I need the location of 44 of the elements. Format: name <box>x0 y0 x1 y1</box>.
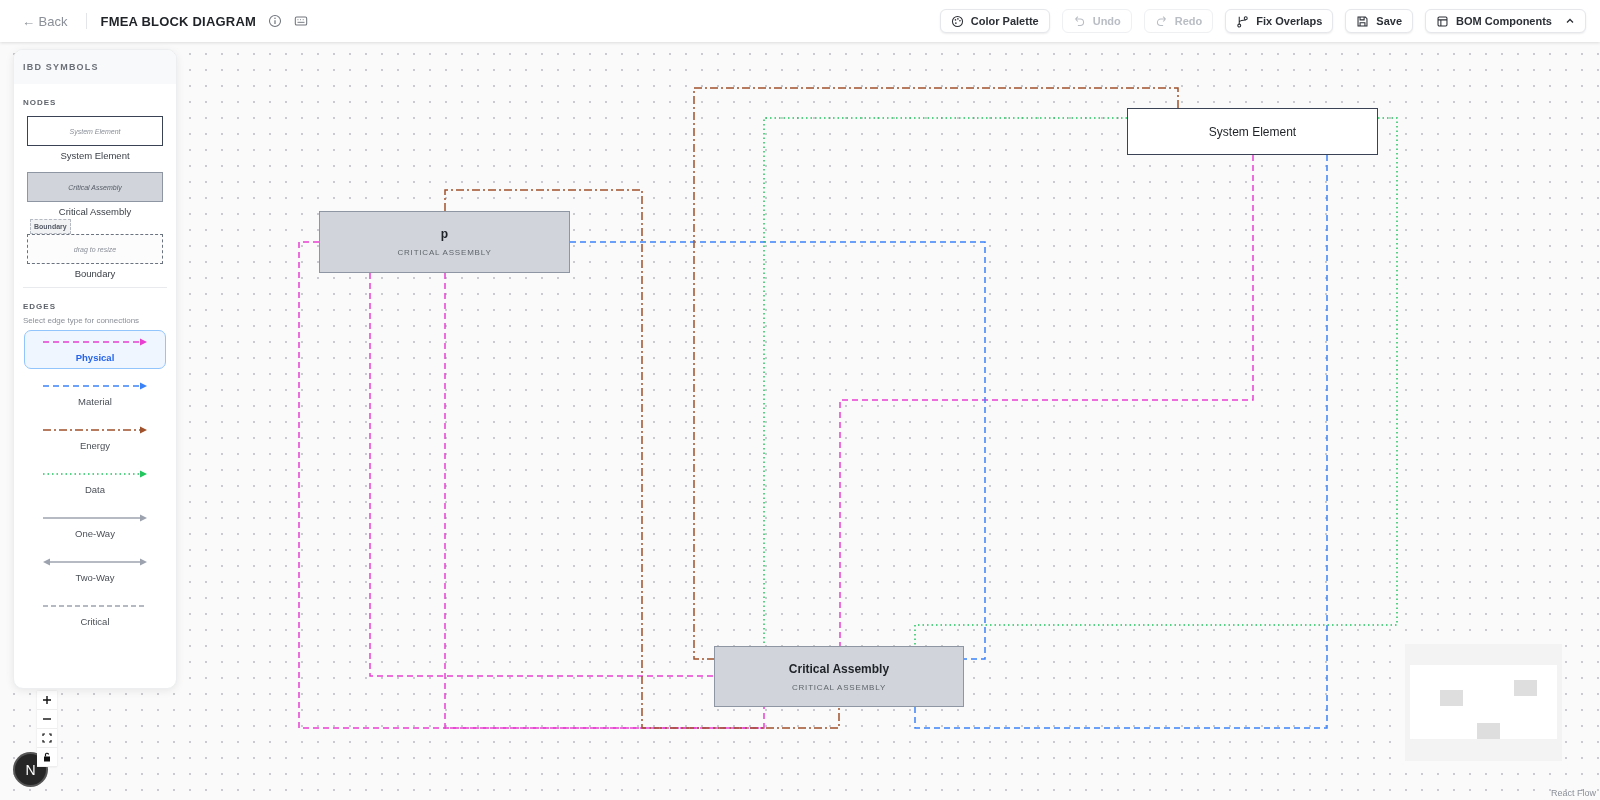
dash-dot-arrow-icon <box>42 424 148 435</box>
fit-view-icon <box>42 733 52 743</box>
node-type-label: System Element <box>60 150 130 161</box>
arrow-icon <box>42 512 148 523</box>
diagram-node[interactable]: System Element <box>1127 108 1378 155</box>
undo-icon <box>1072 14 1086 28</box>
redo-icon <box>1154 14 1168 28</box>
info-icon[interactable] <box>268 14 282 28</box>
components-dropdown[interactable]: BOM Components <box>1425 9 1586 33</box>
back-link[interactable]: ← Back <box>22 13 68 29</box>
plus-icon <box>42 695 52 705</box>
dotted-arrow-icon <box>42 468 148 479</box>
zoom-out-button[interactable] <box>37 710 57 729</box>
toolbar-button[interactable]: Fix Overlaps <box>1225 9 1334 33</box>
lock-button[interactable] <box>37 748 57 767</box>
panel-title: IBD SYMBOLS <box>14 50 176 84</box>
edge-type-option[interactable]: Physical <box>24 330 166 369</box>
section-hint: Select edge type for connections <box>22 316 141 325</box>
dashed-arrow-icon <box>42 336 148 347</box>
dashed-arrow-icon <box>42 380 148 391</box>
table-icon <box>1436 14 1450 28</box>
diagram-node[interactable]: Critical Assembly CRITICAL ASSEMBLY <box>714 646 964 707</box>
diagram-node[interactable]: p CRITICAL ASSEMBLY <box>319 211 570 273</box>
section-heading: NODES <box>22 98 58 107</box>
node-subtitle: CRITICAL ASSEMBLY <box>791 682 887 692</box>
node-title: Critical Assembly <box>788 661 890 676</box>
palette-icon <box>950 14 964 28</box>
node-title: System Element <box>1208 124 1297 139</box>
node-title: p <box>440 227 449 241</box>
node-subtitle: CRITICAL ASSEMBLY <box>397 248 492 257</box>
chevron-up-icon <box>1565 16 1575 26</box>
toolbar-button[interactable]: Save <box>1345 9 1414 33</box>
keyboard-icon[interactable] <box>294 14 308 28</box>
node-type-label: Critical Assembly <box>58 206 132 217</box>
toolbar-button[interactable]: Color Palette <box>939 9 1050 33</box>
section-heading: EDGES <box>22 302 57 311</box>
double-arrow-icon <box>42 556 148 567</box>
fit-view-button[interactable] <box>37 729 57 748</box>
page-title: FMEA BLOCK DIAGRAM <box>100 13 256 29</box>
node-type-label: Boundary <box>74 268 116 279</box>
zoom-in-button[interactable] <box>37 691 57 710</box>
save-icon <box>1356 14 1370 28</box>
lock-icon <box>42 752 52 762</box>
branch-icon <box>1236 14 1250 28</box>
